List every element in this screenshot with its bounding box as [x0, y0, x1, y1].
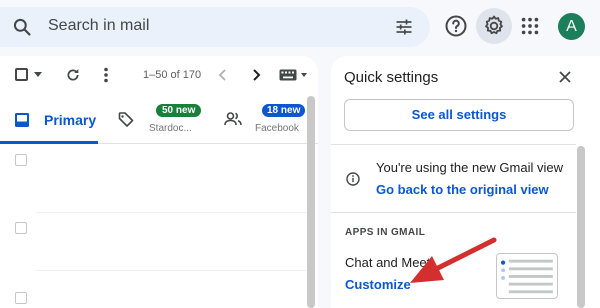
category-tabs: Primary 50 new Stardoc... 18 new Faceboo…	[0, 96, 318, 144]
original-view-link[interactable]: Go back to the original view	[376, 182, 549, 197]
chevron-right-icon[interactable]	[250, 68, 262, 82]
inbox-icon	[15, 113, 29, 127]
select-options-chevron-down-icon[interactable]	[34, 72, 42, 77]
promotions-sender: Stardoc...	[149, 123, 192, 134]
quick-settings-panel: Quick settings See all settings You're u…	[331, 56, 600, 308]
promotions-new-badge: 50 new	[156, 104, 202, 117]
social-new-badge: 18 new	[262, 104, 306, 117]
tag-icon	[118, 112, 134, 127]
section-divider	[331, 144, 576, 145]
gmail-view-status: You're using the new Gmail view	[376, 160, 563, 175]
email-row-checkbox[interactable]	[15, 222, 27, 234]
info-icon	[346, 172, 360, 186]
apps-in-gmail-heading: APPS IN GMAIL	[345, 227, 426, 238]
input-tools-chevron-down-icon[interactable]	[301, 73, 307, 77]
search-input[interactable]: Search in mail	[48, 17, 149, 35]
search-icon[interactable]	[12, 17, 32, 37]
help-icon[interactable]	[444, 14, 468, 38]
search-options-icon[interactable]	[394, 17, 414, 37]
chat-meet-label: Chat and Meet	[345, 255, 431, 270]
chevron-left-icon[interactable]	[217, 68, 229, 82]
search-bar[interactable]: Search in mail	[0, 7, 430, 47]
settings-button[interactable]	[476, 8, 512, 44]
mail-toolbar: 1–50 of 170	[0, 56, 318, 94]
close-icon[interactable]	[558, 70, 572, 84]
gear-icon	[485, 15, 503, 35]
email-row-checkbox[interactable]	[15, 154, 27, 166]
more-vert-icon[interactable]	[102, 67, 110, 83]
row-divider	[36, 212, 306, 213]
tab-social[interactable]: 18 new Facebook	[212, 96, 318, 144]
see-all-settings-button[interactable]: See all settings	[344, 99, 574, 131]
select-all-checkbox[interactable]	[15, 68, 28, 81]
pagination-count: 1–50 of 170	[143, 69, 202, 81]
people-icon	[224, 112, 242, 126]
google-apps-icon[interactable]	[519, 15, 541, 37]
apps-layout-preview	[496, 253, 558, 299]
section-divider	[331, 212, 576, 213]
mail-list-scrollbar[interactable]	[307, 96, 315, 308]
social-sender: Facebook	[255, 123, 299, 134]
tab-primary[interactable]: Primary	[0, 96, 98, 144]
mail-list-panel: 1–50 of 170 Primary 50 new Stardoc... 18…	[0, 56, 318, 308]
row-divider	[36, 270, 306, 271]
customize-link[interactable]: Customize	[345, 277, 411, 292]
email-row-checkbox[interactable]	[15, 292, 27, 304]
account-avatar[interactable]: A	[558, 13, 585, 40]
tab-primary-label: Primary	[44, 112, 97, 128]
tab-promotions[interactable]: 50 new Stardoc...	[104, 96, 204, 144]
quick-settings-scrollbar[interactable]	[577, 146, 585, 308]
refresh-icon[interactable]	[65, 67, 81, 83]
quick-settings-title: Quick settings	[344, 69, 439, 86]
keyboard-icon[interactable]	[279, 69, 297, 81]
